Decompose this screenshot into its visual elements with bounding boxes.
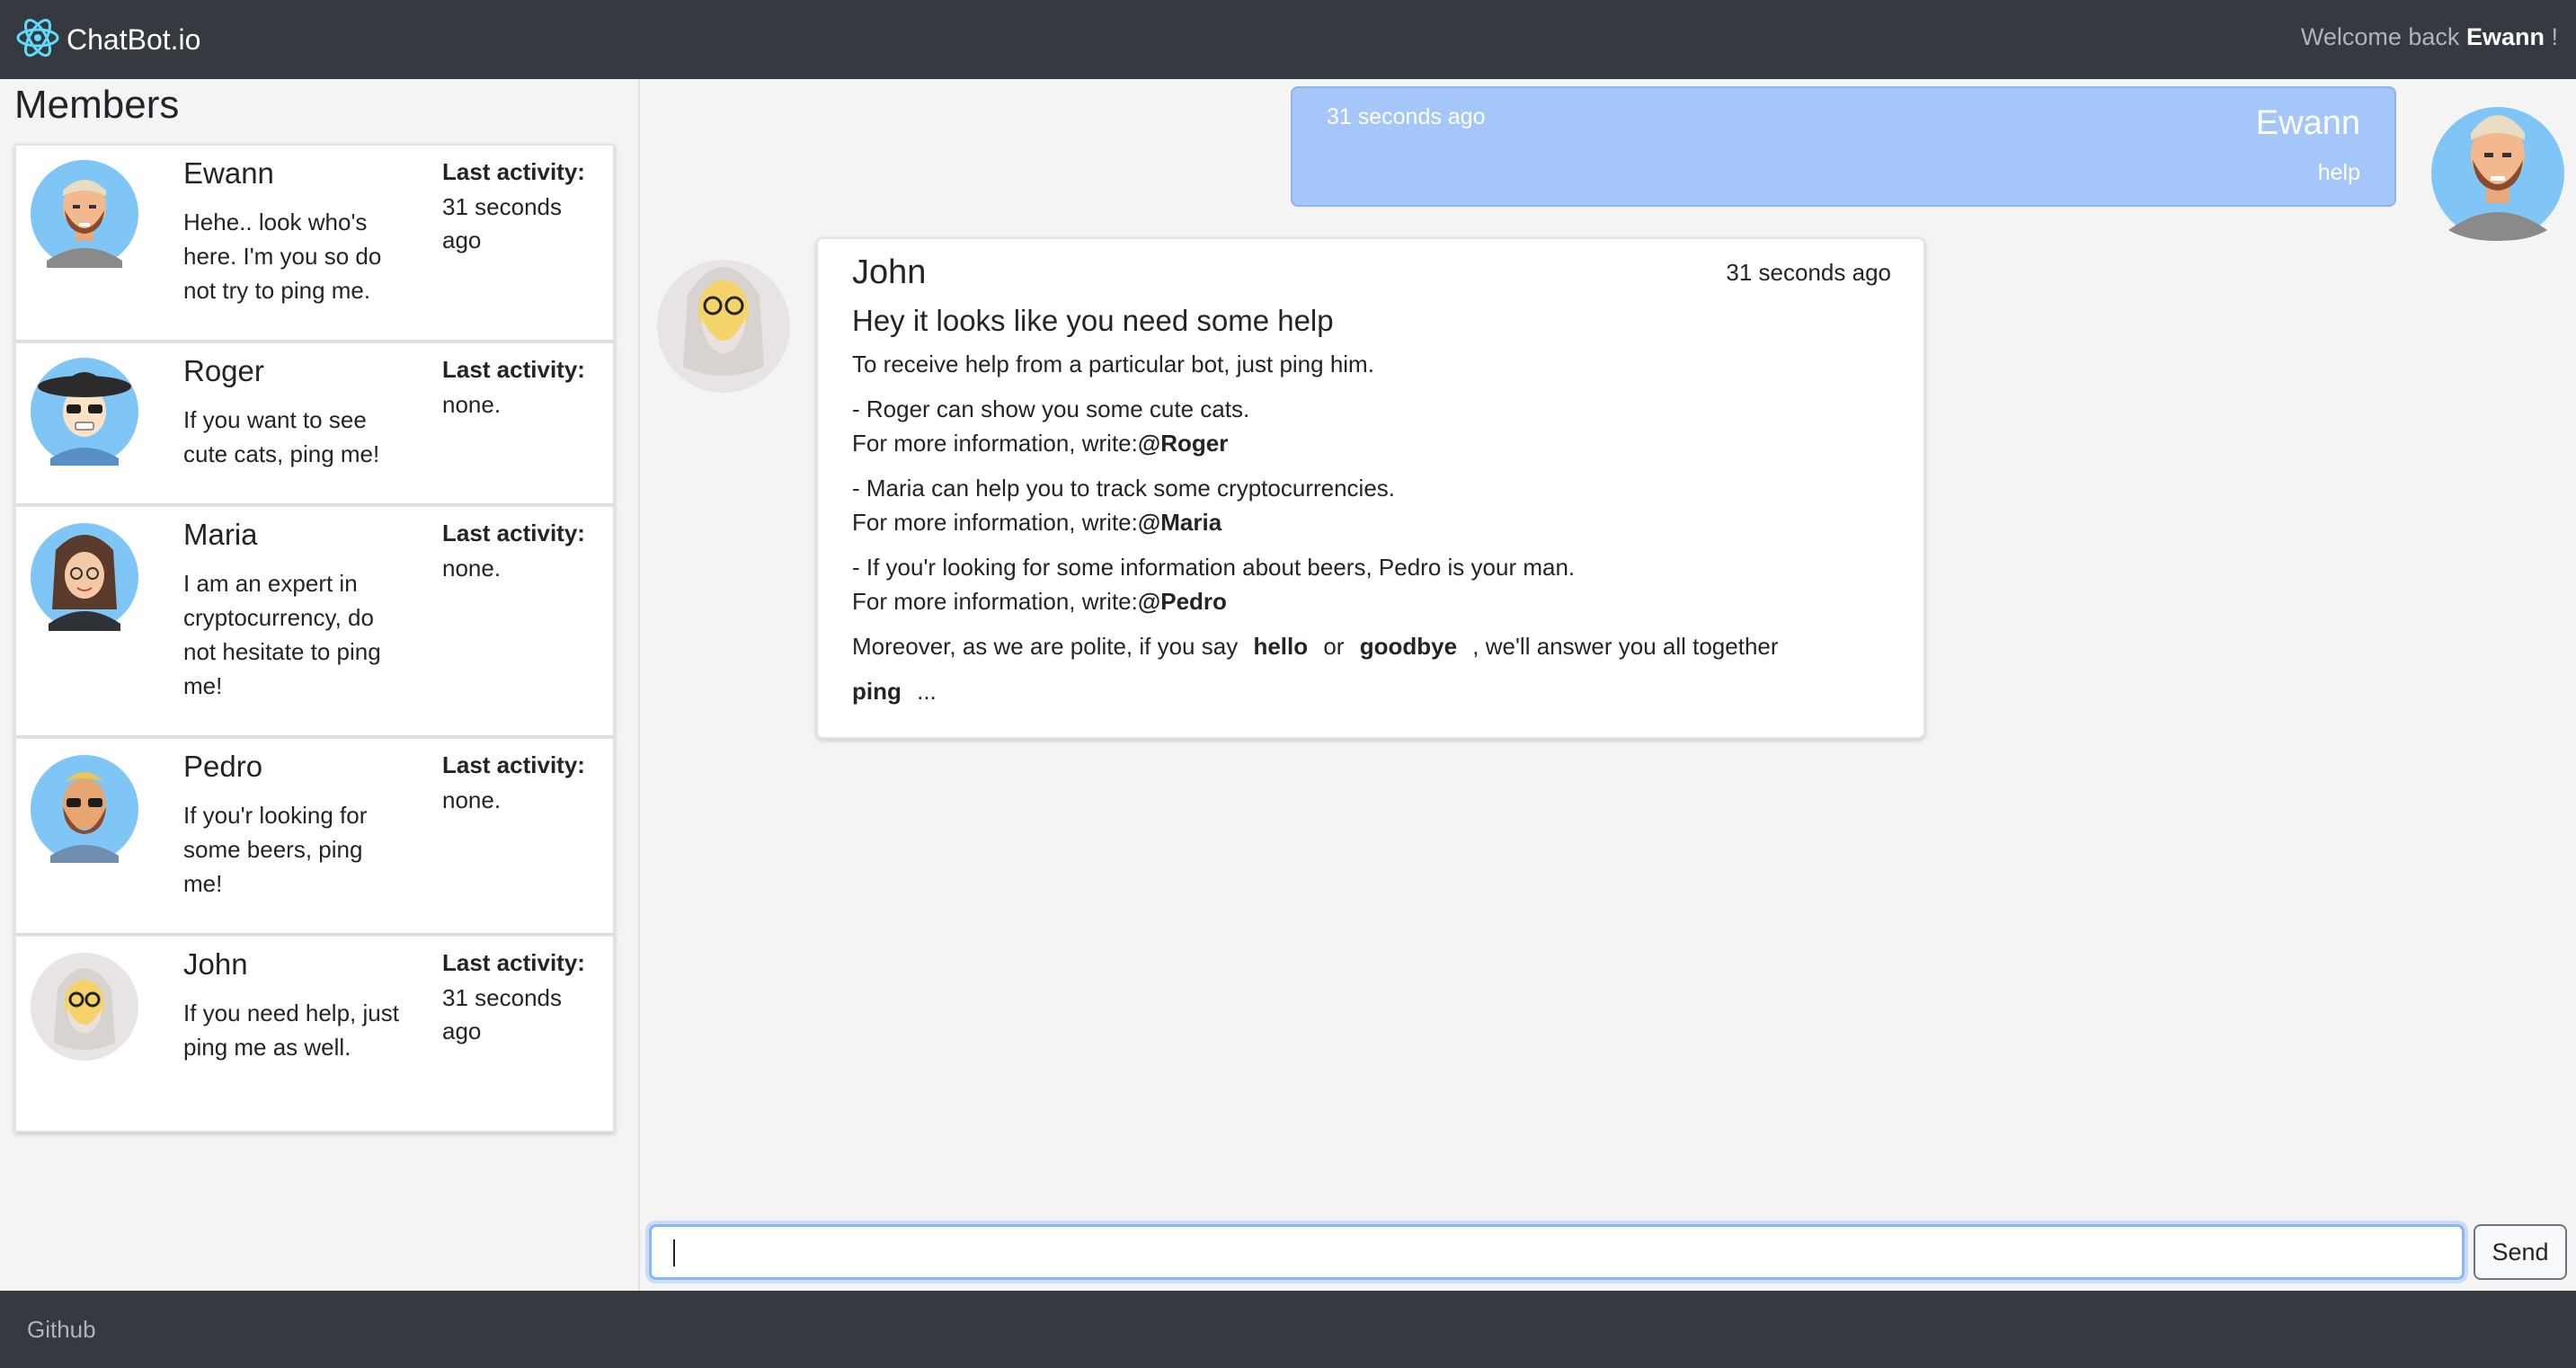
bot-message-card: John 31 seconds ago Hey it looks like yo… [816, 237, 1925, 739]
john-avatar-icon [657, 260, 790, 393]
keyword-goodbye: goodbye [1359, 633, 1458, 660]
message-title: Hey it looks like you need some help [852, 304, 1334, 337]
welcome-suffix: ! [2551, 23, 2558, 50]
info-prefix: For more information, write: [852, 430, 1138, 457]
member-description: If you want to see cute cats, ping me! [183, 406, 380, 467]
my-message-bubble: 31 seconds ago Ewann help [1291, 86, 2396, 207]
last-activity-label: Last activity: [442, 356, 585, 383]
member-card-pedro[interactable]: Pedro If you'r looking for some beers, p… [14, 737, 615, 935]
text-caret [673, 1239, 675, 1266]
react-logo-icon [14, 14, 61, 66]
last-activity-value: none. [442, 391, 502, 418]
member-card-ewann[interactable]: Ewann Hehe.. look who's here. I'm you so… [14, 144, 615, 342]
member-name: Ewann [183, 156, 274, 190]
mention-pedro: @Pedro [1137, 588, 1227, 615]
members-title: Members [14, 83, 180, 127]
brand-text: ChatBot.io [67, 22, 201, 56]
keyword-or: or [1323, 633, 1345, 660]
ewann-avatar-icon [31, 160, 138, 268]
member-name: Roger [183, 354, 264, 387]
member-card-john[interactable]: John If you need help, just ping me as w… [14, 935, 615, 1133]
john-avatar-icon [31, 953, 138, 1061]
help-item-line: - Maria can help you to track some crypt… [852, 475, 1396, 502]
message-input-wrapper[interactable] [649, 1224, 2465, 1280]
last-activity-value: none. [442, 786, 502, 813]
member-description: I am an expert in cryptocurrency, do not… [183, 570, 381, 699]
member-description: If you need help, just ping me as well. [183, 999, 399, 1061]
member-name: Maria [183, 518, 258, 551]
message-intro: To receive help from a particular bot, j… [852, 351, 1374, 378]
polite-suffix: , we'll answer you all together [1472, 633, 1779, 660]
mention-maria: @Maria [1137, 509, 1222, 536]
footer: Github [0, 1291, 2576, 1368]
help-item-roger: - Roger can show you some cute cats. For… [852, 392, 1895, 460]
send-button[interactable]: Send [2474, 1224, 2567, 1280]
last-activity-value: none. [442, 555, 502, 582]
member-description: Hehe.. look who's here. I'm you so do no… [183, 209, 382, 304]
last-activity-label: Last activity: [442, 949, 585, 976]
pedro-avatar-icon [31, 755, 138, 863]
ellipsis: ... [917, 678, 937, 705]
last-activity-value: 31 seconds ago [442, 193, 562, 253]
message-author: John [852, 253, 927, 291]
members-sidebar: Members Ewann Hehe.. look who's here. I'… [0, 79, 640, 1291]
polite-prefix: Moreover, as we are polite, if you say [852, 633, 1239, 660]
ewann-avatar-icon [2431, 107, 2564, 241]
maria-avatar-icon [31, 523, 138, 631]
member-card-maria[interactable]: Maria I am an expert in cryptocurrency, … [14, 505, 615, 737]
last-activity-value: 31 seconds ago [442, 984, 562, 1044]
message-body: Hey it looks like you need some help To … [852, 304, 1895, 719]
chat-panel: 31 seconds ago Ewann help John 31 second… [640, 79, 2576, 1291]
last-activity-label: Last activity: [442, 520, 585, 546]
member-card-roger[interactable]: Roger If you want to see cute cats, ping… [14, 342, 615, 505]
message-input[interactable] [652, 1227, 2462, 1277]
member-name: John [183, 947, 248, 981]
info-prefix: For more information, write: [852, 588, 1138, 615]
keyword-hello: hello [1253, 633, 1309, 660]
roger-avatar-icon [31, 358, 138, 466]
polite-line: Moreover, as we are polite, if you say h… [852, 629, 1895, 663]
mention-roger: @Roger [1137, 430, 1229, 457]
message-text: help [2317, 160, 2360, 185]
member-name: Pedro [183, 750, 263, 783]
ping-line: ping ... [852, 674, 1895, 708]
welcome-message: Welcome back Ewann ! [2301, 23, 2558, 51]
message-time: 31 seconds ago [1327, 104, 1486, 129]
message-time: 31 seconds ago [1726, 259, 1891, 286]
last-activity-label: Last activity: [442, 751, 585, 778]
help-item-pedro: - If you'r looking for some information … [852, 550, 1895, 618]
navbar: ChatBot.io Welcome back Ewann ! [0, 0, 2576, 79]
help-item-line: - Roger can show you some cute cats. [852, 395, 1250, 422]
message-author: Ewann [2255, 104, 2360, 142]
help-item-line: - If you'r looking for some information … [852, 554, 1576, 581]
github-link[interactable]: Github [27, 1316, 96, 1344]
member-description: If you'r looking for some beers, ping me… [183, 802, 368, 897]
last-activity-label: Last activity: [442, 158, 585, 185]
help-item-maria: - Maria can help you to track some crypt… [852, 471, 1895, 539]
brand-link[interactable]: ChatBot.io [14, 16, 200, 63]
welcome-prefix: Welcome back [2300, 23, 2460, 50]
info-prefix: For more information, write: [852, 509, 1138, 536]
keyword-ping: ping [852, 678, 902, 705]
welcome-username: Ewann [2465, 23, 2545, 50]
